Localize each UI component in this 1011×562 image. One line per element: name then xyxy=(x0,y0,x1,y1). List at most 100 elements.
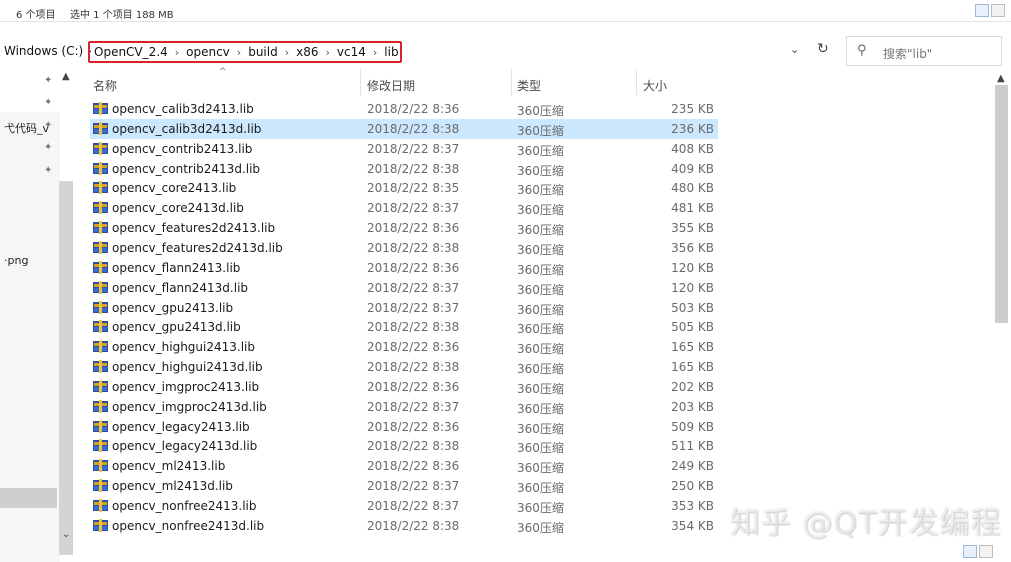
large-icons-view-button[interactable] xyxy=(979,545,993,558)
winrar-archive-icon xyxy=(93,181,108,195)
file-row[interactable]: opencv_ml2413.lib 2018/2/22 8:36 360压缩 249 … xyxy=(90,456,718,476)
chevron-right-icon[interactable]: › xyxy=(285,46,289,59)
column-header-size[interactable]: 大小 xyxy=(643,77,667,94)
chevron-right-icon[interactable]: › xyxy=(175,46,179,59)
file-date: 2018/2/22 8:38 xyxy=(367,518,460,533)
file-row[interactable]: opencv_nonfree2413d.lib 2018/2/22 8:38 360… xyxy=(90,516,718,536)
chevron-right-icon[interactable]: › xyxy=(237,46,241,59)
file-row[interactable]: opencv_highgui2413d.lib 2018/2/22 8:38 360… xyxy=(90,357,718,377)
file-date: 2018/2/22 8:36 xyxy=(367,419,460,434)
file-row[interactable]: opencv_legacy2413d.lib 2018/2/22 8:38 360压… xyxy=(90,436,718,456)
breadcrumb-item[interactable]: lib xyxy=(384,45,398,59)
winrar-archive-icon xyxy=(93,320,108,334)
pin-icon[interactable]: ✦ xyxy=(44,165,52,176)
details-view-button[interactable] xyxy=(963,545,977,558)
file-type: 360压缩 xyxy=(517,302,564,317)
breadcrumb-item[interactable]: vc14 xyxy=(337,45,366,59)
file-date: 2018/2/22 8:37 xyxy=(367,399,460,414)
details-view-button[interactable] xyxy=(975,4,989,17)
watermark: 知乎 @QT开发编程 xyxy=(730,506,1002,541)
large-icons-view-button[interactable] xyxy=(991,4,1005,17)
nav-item[interactable]: ·png xyxy=(4,254,28,267)
file-row[interactable]: opencv_gpu2413d.lib 2018/2/22 8:38 360压缩 50… xyxy=(90,317,718,337)
file-type: 360压缩 xyxy=(517,441,564,456)
file-list: opencv_calib3d2413.lib 2018/2/22 8:36 360压… xyxy=(76,99,992,562)
scroll-up-icon[interactable]: ▲ xyxy=(997,73,1005,84)
file-row[interactable]: opencv_features2d2413d.lib 2018/2/22 8:38… xyxy=(90,238,718,258)
chevron-down-icon[interactable]: ⌄ xyxy=(790,43,799,56)
search-icon: ⚲ xyxy=(857,43,867,58)
item-count: 6 个项目 xyxy=(16,10,56,21)
file-type: 360压缩 xyxy=(517,481,564,496)
nav-horizontal-scrollbar[interactable] xyxy=(0,488,57,508)
address-bar[interactable]: Windows (C:) › OpenCV_2.4 › opencv › bui… xyxy=(0,33,1011,69)
nav-item[interactable]: 弋代码_v xyxy=(4,120,49,136)
file-date: 2018/2/22 8:38 xyxy=(367,240,460,255)
file-row[interactable]: opencv_gpu2413.lib 2018/2/22 8:37 360压缩 503… xyxy=(90,298,718,318)
scroll-up-icon[interactable]: ▲ xyxy=(62,71,70,82)
file-row[interactable]: opencv_imgproc2413d.lib 2018/2/22 8:37 360… xyxy=(90,397,718,417)
winrar-archive-icon xyxy=(93,419,108,433)
file-size: 165 KB xyxy=(671,340,714,355)
file-type: 360压缩 xyxy=(517,421,564,436)
pin-icon[interactable]: ✦ xyxy=(44,142,52,153)
file-name: opencv_nonfree2413d.lib xyxy=(112,518,265,533)
breadcrumb[interactable]: OpenCV_2.4 › opencv › build › x86 › vc14… xyxy=(88,41,402,63)
scroll-down-icon[interactable]: ⌄ xyxy=(62,529,70,540)
breadcrumb-item[interactable]: opencv xyxy=(186,45,230,59)
file-name: opencv_features2d2413d.lib xyxy=(112,240,283,255)
file-row[interactable]: opencv_flann2413d.lib 2018/2/22 8:37 360压缩… xyxy=(90,278,718,298)
file-row[interactable]: opencv_nonfree2413.lib 2018/2/22 8:37 360压… xyxy=(90,496,718,516)
chevron-right-icon[interactable]: › xyxy=(373,46,377,59)
file-type: 360压缩 xyxy=(517,203,564,218)
file-size: 120 KB xyxy=(671,260,714,275)
file-type: 360压缩 xyxy=(517,520,564,535)
file-date: 2018/2/22 8:36 xyxy=(367,340,460,355)
breadcrumb-item[interactable]: x86 xyxy=(296,45,318,59)
file-row[interactable]: opencv_contrib2413.lib 2018/2/22 8:37 360压… xyxy=(90,139,718,159)
column-divider[interactable] xyxy=(511,69,512,95)
file-row[interactable]: opencv_core2413d.lib 2018/2/22 8:37 360压缩 4… xyxy=(90,198,718,218)
breadcrumb-item[interactable]: build xyxy=(248,45,278,59)
file-size: 356 KB xyxy=(671,240,714,255)
file-row[interactable]: opencv_calib3d2413.lib 2018/2/22 8:36 360压… xyxy=(90,99,718,119)
breadcrumb-item[interactable]: OpenCV_2.4 xyxy=(94,45,168,59)
breadcrumb-root[interactable]: Windows (C:) › xyxy=(4,44,92,58)
file-row[interactable]: opencv_imgproc2413.lib 2018/2/22 8:36 360压… xyxy=(90,377,718,397)
column-header-type[interactable]: 类型 xyxy=(517,77,541,94)
chevron-right-icon[interactable]: › xyxy=(326,46,330,59)
file-date: 2018/2/22 8:36 xyxy=(367,260,460,275)
vertical-scrollbar[interactable]: ▲ xyxy=(994,69,1009,551)
file-size: 236 KB xyxy=(671,121,714,136)
file-row[interactable]: opencv_flann2413.lib 2018/2/22 8:36 360压缩 1… xyxy=(90,258,718,278)
file-size: 480 KB xyxy=(671,181,714,196)
file-size: 165 KB xyxy=(671,360,714,375)
pin-icon[interactable]: ✦ xyxy=(44,97,52,108)
file-type: 360压缩 xyxy=(517,381,564,396)
column-divider[interactable] xyxy=(636,69,637,95)
file-row[interactable]: opencv_legacy2413.lib 2018/2/22 8:36 360压缩… xyxy=(90,417,718,437)
file-size: 511 KB xyxy=(671,439,714,454)
view-toggle-group xyxy=(963,545,993,558)
file-date: 2018/2/22 8:38 xyxy=(367,439,460,454)
file-row[interactable]: opencv_contrib2413d.lib 2018/2/22 8:38 360… xyxy=(90,159,718,179)
file-row[interactable]: opencv_core2413.lib 2018/2/22 8:35 360压缩 48… xyxy=(90,178,718,198)
column-divider[interactable] xyxy=(360,69,361,95)
refresh-icon[interactable]: ↻ xyxy=(817,41,829,57)
file-row[interactable]: opencv_features2d2413.lib 2018/2/22 8:36 3… xyxy=(90,218,718,238)
file-row[interactable]: opencv_calib3d2413d.lib 2018/2/22 8:38 360… xyxy=(90,118,718,139)
search-input[interactable]: ⚲ 搜索"lib" xyxy=(846,36,1002,66)
scrollbar-thumb[interactable] xyxy=(995,85,1008,323)
column-header-name[interactable]: 名称 xyxy=(93,77,117,94)
file-name: opencv_flann2413d.lib xyxy=(112,280,249,295)
pin-icon[interactable]: ✦ xyxy=(44,75,52,86)
file-size: 353 KB xyxy=(671,499,714,513)
column-header-date[interactable]: 修改日期 xyxy=(367,77,415,94)
file-row[interactable]: opencv_highgui2413.lib 2018/2/22 8:36 360压… xyxy=(90,337,718,357)
file-name: opencv_core2413d.lib xyxy=(112,201,244,216)
file-size: 120 KB xyxy=(671,280,714,295)
file-row[interactable]: opencv_ml2413d.lib 2018/2/22 8:37 360压缩 250… xyxy=(90,476,718,496)
file-date: 2018/2/22 8:37 xyxy=(367,300,460,315)
nav-scrollbar-thumb[interactable] xyxy=(59,181,73,555)
pin-icon[interactable]: ✦ xyxy=(44,120,52,131)
